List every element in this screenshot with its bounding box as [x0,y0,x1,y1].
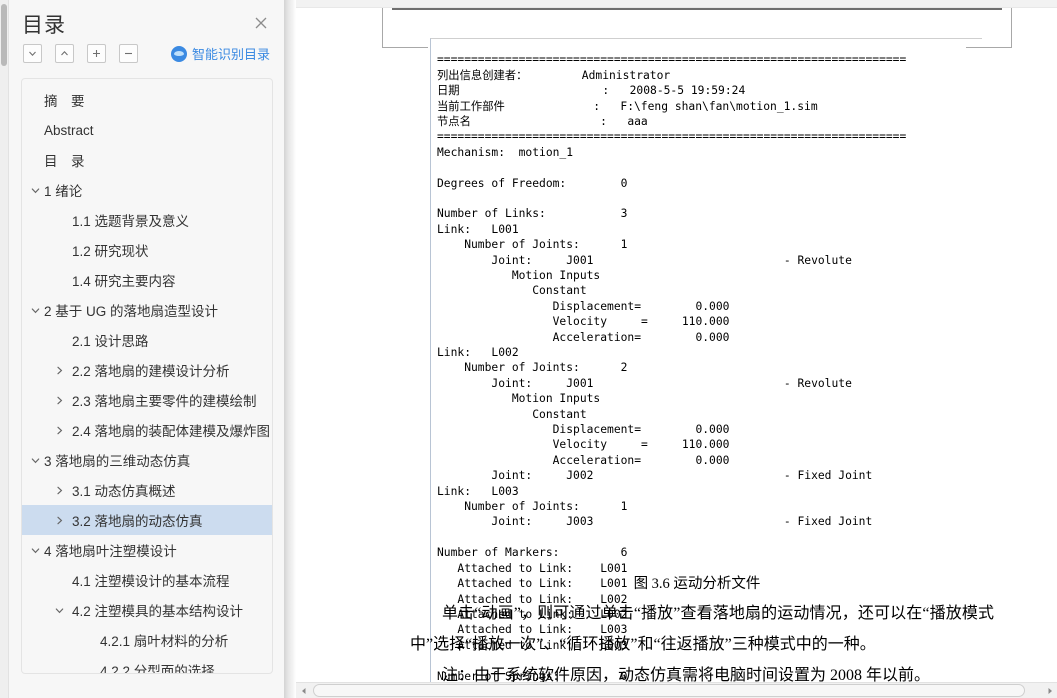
toc-item[interactable]: 1 绪论 [22,175,272,205]
toc-item[interactable]: 3 落地扇的三维动态仿真 [22,445,272,475]
toc-toolbar: 智能识别目录 [9,44,284,70]
toc-item[interactable]: 4.2.1 扇叶材料的分析 [22,625,272,655]
toc-item[interactable]: 3.1 动态仿真概述 [22,475,272,505]
chevron-right-icon[interactable] [52,483,66,497]
toc-item[interactable]: 2 基于 UG 的落地扇造型设计 [22,295,272,325]
document-top-strip [296,0,1057,8]
toc-item-label: 1.2 研究现状 [72,244,149,259]
toc-item[interactable]: 1.1 选题背景及意义 [22,205,272,235]
collapse-all-button[interactable] [119,44,138,63]
toc-item[interactable]: 3.2 落地扇的动态仿真 [22,505,272,535]
toc-item-label: 3.1 动态仿真概述 [72,484,176,499]
document-left-gutter [296,8,392,674]
chevron-down-icon[interactable] [28,543,42,557]
chevron-down-icon[interactable] [52,603,66,617]
expand-all-button[interactable] [87,44,106,63]
toc-panel: 目录 智能识别目录 摘 要 Abstract 目 录 1 绪论 1.1 选题背景… [9,0,284,698]
toc-item-label: 4.1 注塑模设计的基本流程 [72,574,230,589]
toc-item[interactable]: 4.2.2 分型面的选择 [22,655,272,674]
chevron-down-icon[interactable] [28,303,42,317]
body-paragraph-1: 单击“动画”，则可通过单击“播放”查看落地扇的运动情况，还可以在“播放模式中”选… [410,605,994,653]
toc-item-label: 3 落地扇的三维动态仿真 [44,454,191,469]
toc-listbox[interactable]: 摘 要 Abstract 目 录 1 绪论 1.1 选题背景及意义 1.2 研究现状 1.4… [21,78,273,674]
chevron-right-icon[interactable] [52,393,66,407]
collapse-down-button[interactable] [23,44,42,63]
toc-item-label: 3.2 落地扇的动态仿真 [72,514,203,529]
smart-toc-icon [170,45,187,62]
toc-item[interactable]: Abstract [22,115,272,145]
close-icon[interactable] [252,14,270,32]
toc-item[interactable]: 2.3 落地扇主要零件的建模绘制 [22,385,272,415]
page-title: 目录 [22,14,66,37]
toc-item-label: 4.2.2 分型面的选择 [100,664,215,674]
chevron-right-icon[interactable] [52,423,66,437]
collapse-up-button[interactable] [55,44,74,63]
chevron-right-icon[interactable] [52,363,66,377]
chevron-right-icon[interactable] [52,513,66,527]
toc-item[interactable]: 1.2 研究现状 [22,235,272,265]
toc-item-label: 4.2.1 扇叶材料的分析 [100,634,229,649]
outer-vertical-scrollbar-thumb[interactable] [1,4,7,66]
app-root: 目录 智能识别目录 摘 要 Abstract 目 录 1 绪论 1.1 选题背景… [0,0,1057,698]
toc-item[interactable]: 4.1 注塑模设计的基本流程 [22,565,272,595]
document-horizontal-scrollbar[interactable] [296,682,1057,698]
toc-item[interactable]: 2.2 落地扇的建模设计分析 [22,355,272,385]
toc-item-label: 2 基于 UG 的落地扇造型设计 [44,304,219,319]
horizontal-scrollbar-track[interactable] [311,683,1042,698]
chevron-down-icon[interactable] [28,453,42,467]
triangle-right-icon[interactable] [1042,683,1057,698]
horizontal-scrollbar-thumb[interactable] [313,684,1025,697]
toc-item-label: 目 录 [44,154,85,169]
toc-item-label: Abstract [44,122,94,138]
toc-item[interactable]: 2.1 设计思路 [22,325,272,355]
toc-header: 目录 [9,0,284,44]
toc-item[interactable]: 4 落地扇叶注塑模设计 [22,535,272,565]
toc-item-label: 1.4 研究主要内容 [72,274,176,289]
margin-mark-top-left [382,8,428,48]
toc-item-label: 摘 要 [44,94,85,109]
document-viewport[interactable]: ========================================… [296,0,1057,698]
toc-item[interactable]: 4.2 注塑模具的基本结构设计 [22,595,272,625]
document-page: ========================================… [382,8,1012,698]
toc-item[interactable]: 摘 要 [22,85,272,115]
toc-item[interactable]: 目 录 [22,145,272,175]
triangle-left-icon[interactable] [296,683,311,698]
panel-divider-shadow [284,0,296,698]
outer-vertical-scrollbar[interactable] [0,0,9,698]
toc-item-label: 1.1 选题背景及意义 [72,214,190,229]
figure-caption: 图 3.6 运动分析文件 [633,576,761,592]
toc-item[interactable]: 1.4 研究主要内容 [22,265,272,295]
toc-item-label: 4 落地扇叶注塑模设计 [44,544,177,559]
toc-item[interactable]: 2.4 落地扇的装配体建模及爆炸图 [22,415,272,445]
chevron-down-icon[interactable] [28,183,42,197]
toc-list: 摘 要 Abstract 目 录 1 绪论 1.1 选题背景及意义 1.2 研究现状 1.4… [22,79,272,674]
smart-toc-button[interactable]: 智能识别目录 [170,44,270,63]
smart-toc-label: 智能识别目录 [191,47,270,62]
toc-item-label: 2.1 设计思路 [72,334,149,349]
